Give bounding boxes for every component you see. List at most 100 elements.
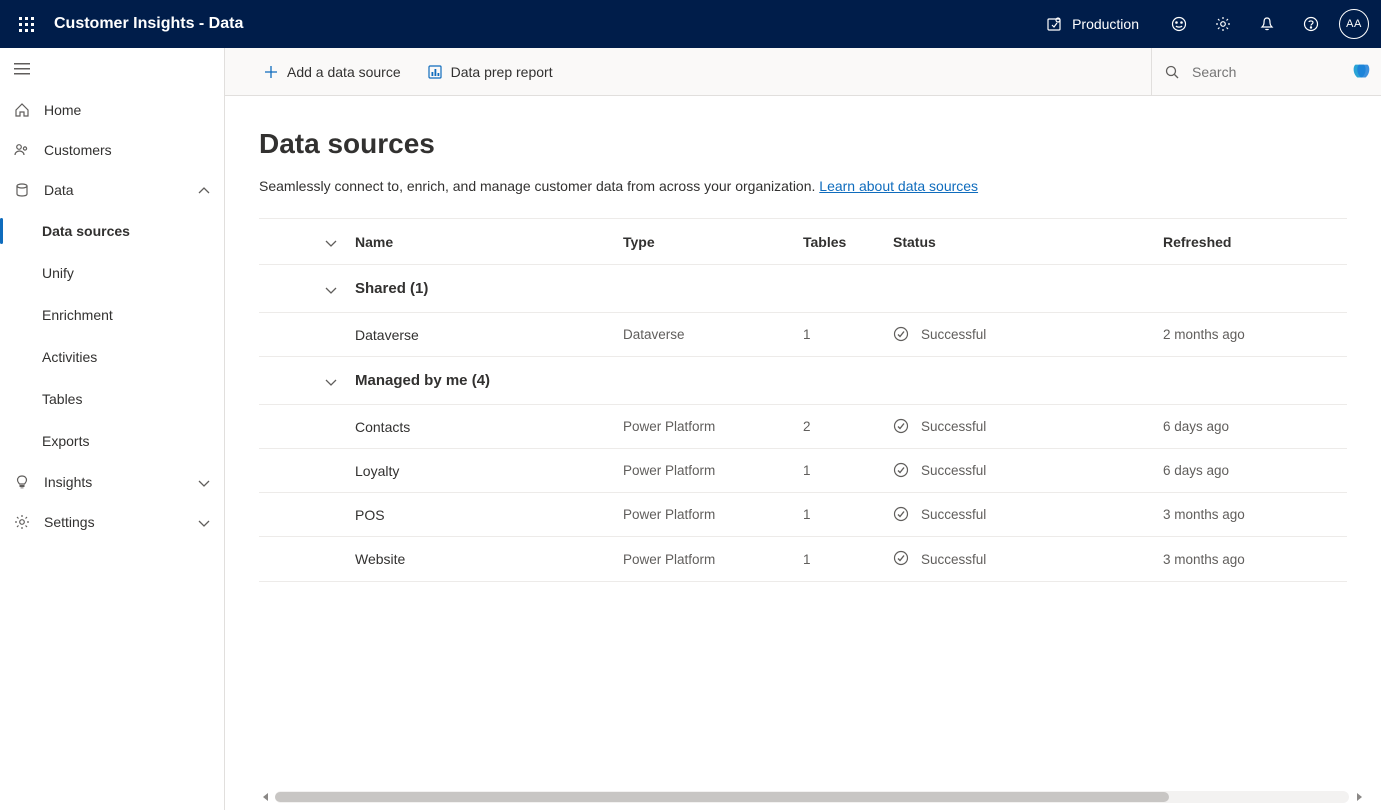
scroll-left-arrow[interactable] [259, 791, 271, 803]
cell-name: POS [355, 507, 623, 523]
app-launcher[interactable] [6, 4, 46, 44]
help-icon [1303, 16, 1319, 32]
cell-type: Dataverse [623, 327, 803, 342]
nav-insights[interactable]: Insights [0, 462, 224, 502]
col-header-status[interactable]: Status [893, 234, 1163, 250]
subnav-exports[interactable]: Exports [0, 420, 224, 462]
check-circle-icon [893, 462, 911, 480]
cell-status: Successful [893, 462, 1163, 480]
top-bar: Customer Insights - Data Production AA [0, 0, 1381, 48]
cell-status: Successful [893, 326, 1163, 344]
col-header-name[interactable]: Name [355, 234, 623, 250]
subnav-data-sources[interactable]: Data sources [0, 210, 224, 252]
data-prep-report-button[interactable]: Data prep report [419, 48, 561, 95]
chevron-up-icon [196, 183, 210, 197]
nav-label: Home [44, 102, 210, 118]
subnav-enrichment[interactable]: Enrichment [0, 294, 224, 336]
help-button[interactable] [1289, 2, 1333, 46]
cell-refreshed: 3 months ago [1163, 552, 1347, 567]
notifications-button[interactable] [1245, 2, 1289, 46]
chart-icon [427, 64, 443, 80]
app-title: Customer Insights - Data [46, 15, 243, 33]
data-source-row[interactable]: POS Power Platform 1 Successful 3 months… [259, 493, 1347, 537]
cell-refreshed: 2 months ago [1163, 327, 1347, 342]
cell-status: Successful [893, 418, 1163, 436]
cell-name: Loyalty [355, 463, 623, 479]
scroll-right-arrow[interactable] [1353, 791, 1365, 803]
content-area: Data sources Seamlessly connect to, enri… [225, 96, 1381, 810]
subnav-unify[interactable]: Unify [0, 252, 224, 294]
environment-icon [1046, 16, 1062, 32]
table-header-row: Name Type Tables Status Refreshed [259, 219, 1347, 265]
scroll-track[interactable] [275, 791, 1349, 803]
feedback-button[interactable] [1157, 2, 1201, 46]
cell-refreshed: 3 months ago [1163, 507, 1347, 522]
add-data-source-button[interactable]: Add a data source [255, 48, 409, 95]
header-expand-all[interactable] [259, 235, 355, 249]
cell-refreshed: 6 days ago [1163, 463, 1347, 478]
data-source-row[interactable]: Contacts Power Platform 2 Successful 6 d… [259, 405, 1347, 449]
cell-tables: 1 [803, 552, 893, 567]
environment-picker[interactable]: Production [1028, 16, 1157, 32]
avatar-initials: AA [1346, 18, 1362, 30]
sidebar-toggle[interactable] [0, 48, 224, 90]
cell-type: Power Platform [623, 552, 803, 567]
settings-button[interactable] [1201, 2, 1245, 46]
subnav-label: Tables [42, 391, 82, 407]
sidebar: Home Customers Data Data sources Unify E… [0, 48, 225, 810]
chevron-down-icon [259, 282, 355, 296]
page-description-text: Seamlessly connect to, enrich, and manag… [259, 178, 819, 194]
nav-settings[interactable]: Settings [0, 502, 224, 542]
environment-name: Production [1072, 16, 1139, 32]
cmd-label: Add a data source [287, 64, 401, 80]
group-row-managed[interactable]: Managed by me (4) [259, 357, 1347, 405]
nav-label: Settings [44, 514, 196, 530]
subnav-activities[interactable]: Activities [0, 336, 224, 378]
col-header-type[interactable]: Type [623, 234, 803, 250]
copilot-button[interactable] [1341, 61, 1381, 83]
cell-refreshed: 6 days ago [1163, 419, 1347, 434]
data-source-row[interactable]: Loyalty Power Platform 1 Successful 6 da… [259, 449, 1347, 493]
col-header-tables[interactable]: Tables [803, 234, 893, 250]
plus-icon [263, 64, 279, 80]
subnav-label: Unify [42, 265, 74, 281]
data-sources-table: Name Type Tables Status Refreshed Shared… [259, 218, 1347, 582]
subnav-tables[interactable]: Tables [0, 378, 224, 420]
hamburger-icon [14, 61, 30, 77]
copilot-icon [1350, 61, 1372, 83]
gear-icon [1215, 16, 1231, 32]
subnav-label: Activities [42, 349, 97, 365]
check-circle-icon [893, 418, 911, 436]
group-label: Shared (1) [355, 280, 623, 297]
account-avatar[interactable]: AA [1339, 9, 1369, 39]
check-circle-icon [893, 506, 911, 524]
cell-name: Dataverse [355, 327, 623, 343]
group-row-shared[interactable]: Shared (1) [259, 265, 1347, 313]
cmd-label: Data prep report [451, 64, 553, 80]
data-source-row[interactable]: Website Power Platform 1 Successful 3 mo… [259, 537, 1347, 581]
scroll-thumb[interactable] [275, 792, 1169, 802]
bulb-icon [14, 474, 38, 490]
data-source-row[interactable]: Dataverse Dataverse 1 Successful 2 month… [259, 313, 1347, 357]
bell-icon [1259, 16, 1275, 32]
chevron-down-icon [196, 475, 210, 489]
subnav-label: Exports [42, 433, 89, 449]
learn-more-link[interactable]: Learn about data sources [819, 178, 978, 194]
cell-type: Power Platform [623, 463, 803, 478]
nav-customers[interactable]: Customers [0, 130, 224, 170]
check-circle-icon [893, 326, 911, 344]
col-header-refreshed[interactable]: Refreshed [1163, 234, 1347, 250]
cell-tables: 1 [803, 507, 893, 522]
search-box[interactable] [1151, 48, 1341, 95]
search-input[interactable] [1190, 63, 1300, 81]
nav-home[interactable]: Home [0, 90, 224, 130]
cell-name: Website [355, 551, 623, 567]
nav-label: Data [44, 182, 196, 198]
horizontal-scrollbar[interactable] [259, 790, 1365, 804]
nav-label: Customers [44, 142, 210, 158]
command-bar: Add a data source Data prep report [225, 48, 1381, 96]
waffle-icon [19, 17, 34, 32]
page-description: Seamlessly connect to, enrich, and manag… [259, 178, 1347, 194]
cell-tables: 1 [803, 327, 893, 342]
nav-data[interactable]: Data [0, 170, 224, 210]
